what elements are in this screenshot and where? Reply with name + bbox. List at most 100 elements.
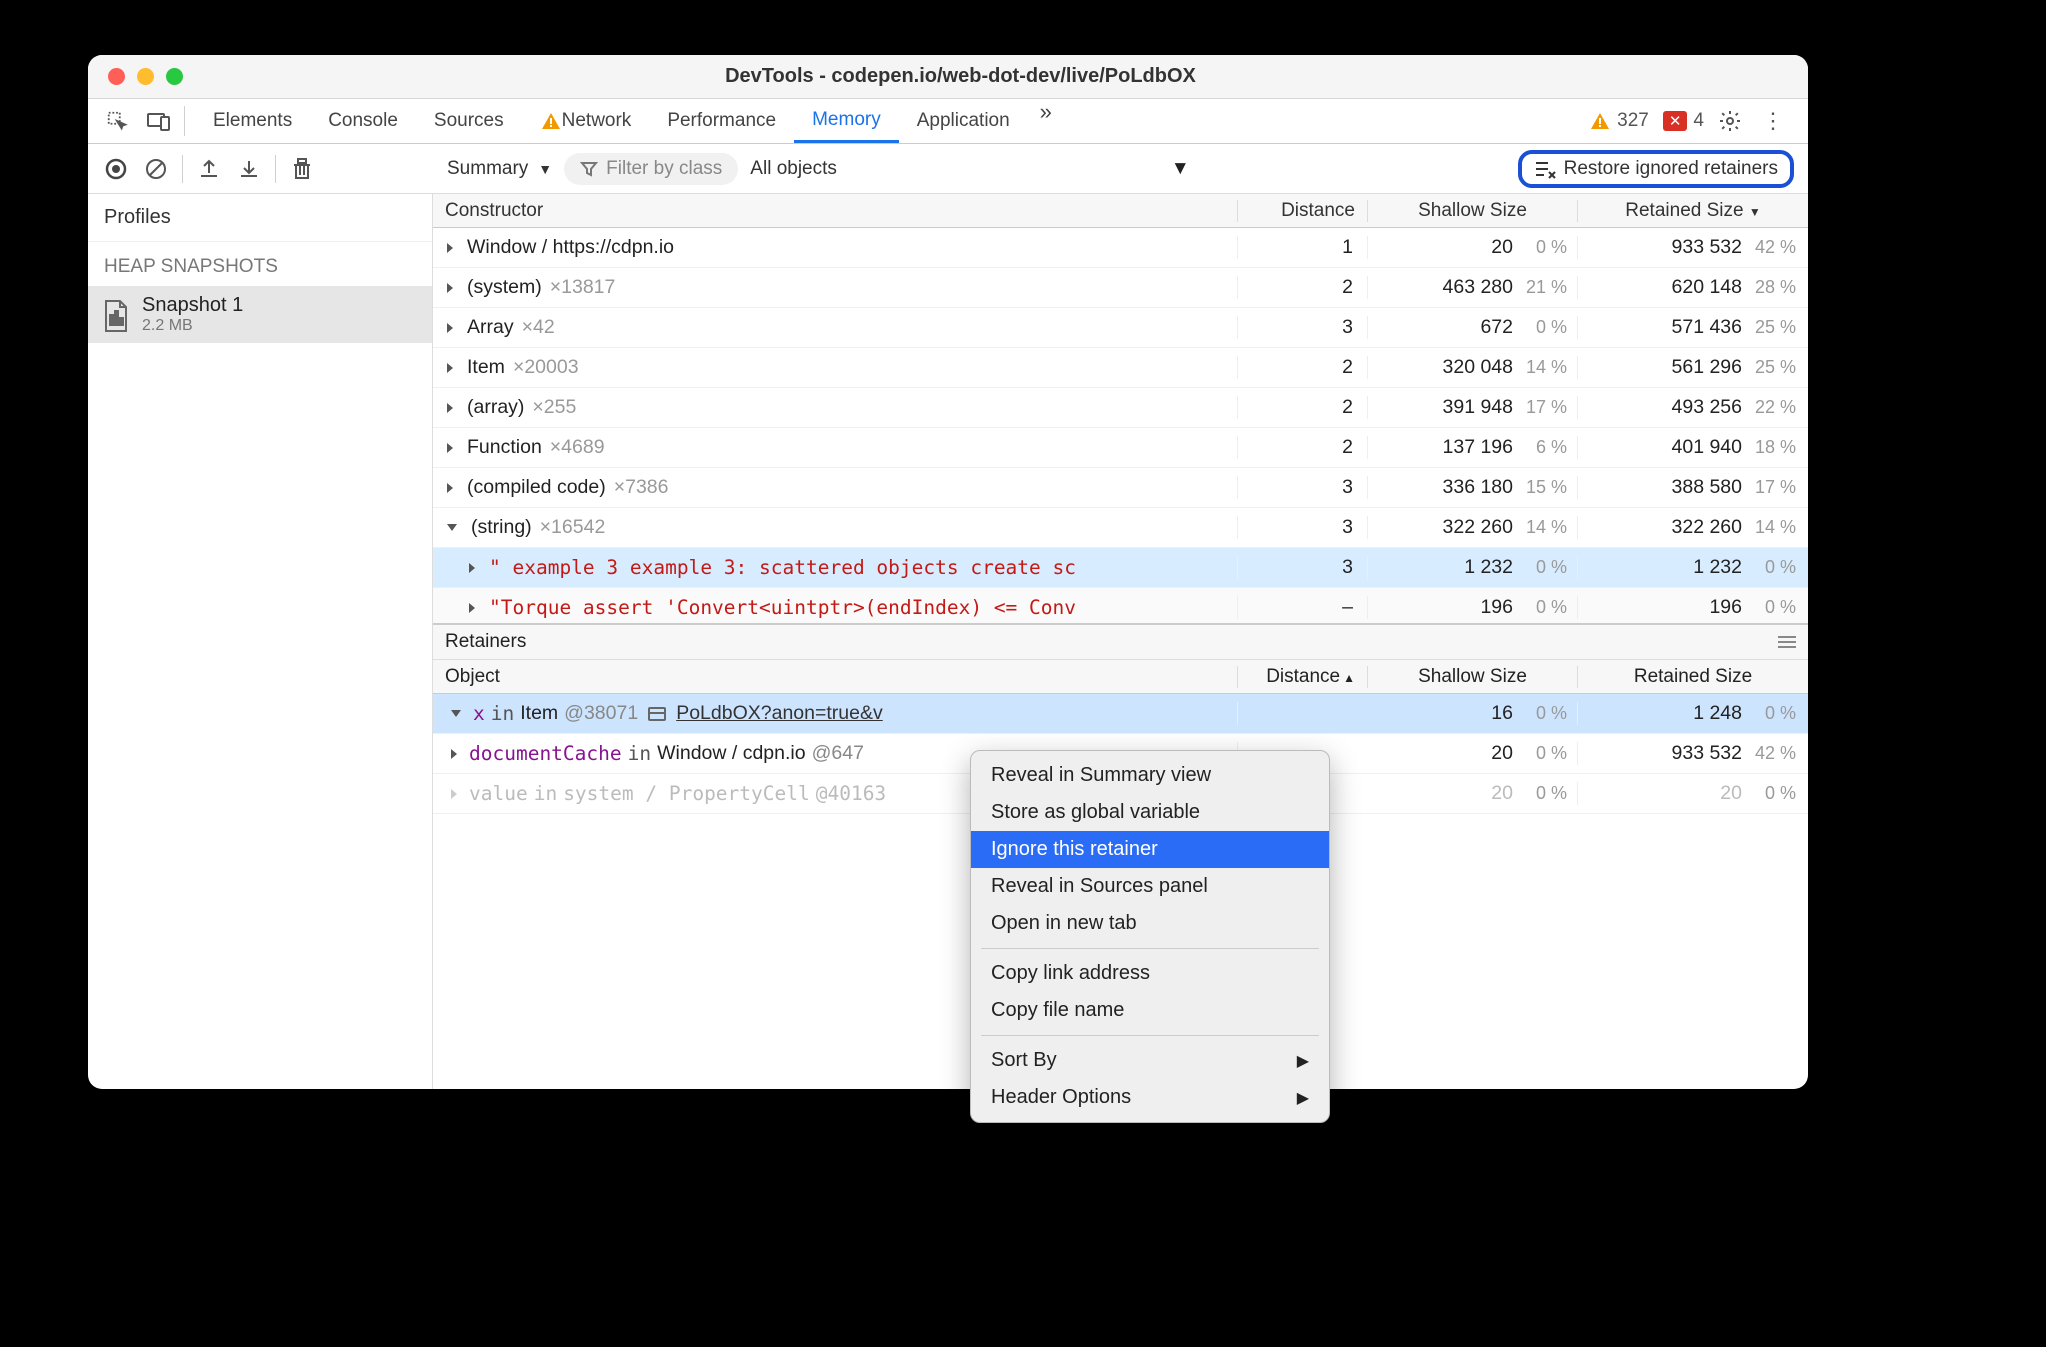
devtools-window: DevTools - codepen.io/web-dot-dev/live/P… (88, 55, 1808, 1089)
table-row[interactable]: "Torque assert 'Convert<uintptr>(endInde… (433, 588, 1808, 623)
retainers-header: Retainers (433, 623, 1808, 660)
menu-label: Ignore this retainer (991, 838, 1158, 861)
disclosure-triangle-icon[interactable] (469, 603, 475, 613)
col-distance-ret[interactable]: Distance (1238, 666, 1368, 688)
col-constructor[interactable]: Constructor (433, 200, 1238, 222)
warnings-count[interactable]: 327 (1589, 110, 1649, 132)
view-dropdown[interactable]: Summary ▼ (447, 158, 552, 180)
constructor-cell: Array ×42 (433, 316, 1238, 339)
load-button[interactable] (189, 149, 229, 189)
tab-label: Elements (213, 110, 292, 132)
instance-count: ×4689 (550, 436, 605, 459)
disclosure-triangle-icon[interactable] (447, 243, 453, 253)
constructor-name: (array) (467, 396, 524, 419)
save-button[interactable] (229, 149, 269, 189)
tab-label: Memory (812, 109, 881, 131)
table-row[interactable]: (string) ×16542 3 322 26014 % 322 26014 … (433, 508, 1808, 548)
menu-item[interactable]: Header Options▶ (971, 1079, 1329, 1116)
tab-console[interactable]: Console (310, 99, 416, 143)
menu-item[interactable]: Open in new tab (971, 905, 1329, 942)
menu-label: Sort By (991, 1049, 1057, 1072)
class-filter-input[interactable]: Filter by class (564, 153, 738, 185)
restore-label: Restore ignored retainers (1564, 158, 1778, 180)
menu-item[interactable]: Copy link address (971, 955, 1329, 992)
tab-network[interactable]: Network (522, 99, 650, 143)
menu-label: Open in new tab (991, 912, 1137, 935)
separator (182, 155, 183, 183)
menu-item[interactable]: Reveal in Sources panel (971, 868, 1329, 905)
constructors-table[interactable]: Window / https://cdpn.io 1 200 % 933 532… (433, 228, 1808, 623)
constructor-cell: "Torque assert 'Convert<uintptr>(endInde… (433, 596, 1238, 619)
table-row[interactable]: Window / https://cdpn.io 1 200 % 933 532… (433, 228, 1808, 268)
list-x-icon (1534, 159, 1556, 179)
constructor-cell: Item ×20003 (433, 356, 1238, 379)
disclosure-triangle-icon[interactable] (447, 403, 453, 413)
error-icon: ✕ (1663, 111, 1688, 131)
retained-cell: 401 94018 % (1578, 436, 1808, 459)
disclosure-triangle-icon[interactable] (447, 323, 453, 333)
col-shallow[interactable]: Shallow Size (1368, 200, 1578, 222)
tab-sources[interactable]: Sources (416, 99, 522, 143)
menu-item[interactable]: Ignore this retainer (971, 831, 1329, 868)
errors-count[interactable]: ✕ 4 (1663, 110, 1704, 132)
tab-label: Network (562, 110, 632, 132)
table-row[interactable]: (system) ×13817 2 463 28021 % 620 14828 … (433, 268, 1808, 308)
tab-application[interactable]: Application (899, 99, 1028, 143)
tab-elements[interactable]: Elements (195, 99, 310, 143)
disclosure-triangle-icon[interactable] (447, 443, 453, 453)
record-button[interactable] (96, 149, 136, 189)
constructor-cell: (compiled code) ×7386 (433, 476, 1238, 499)
inspect-icon[interactable] (96, 101, 138, 141)
main-toolbar: Elements Console Sources Network Perform… (88, 99, 1808, 144)
hamburger-icon[interactable] (1778, 635, 1796, 649)
tab-performance[interactable]: Performance (649, 99, 794, 143)
disclosure-triangle-icon[interactable] (451, 789, 457, 799)
settings-button[interactable] (1718, 109, 1742, 133)
more-tabs-button[interactable]: » (1028, 99, 1064, 143)
clear-button[interactable] (136, 149, 176, 189)
constructor-cell: Window / https://cdpn.io (433, 236, 1238, 259)
table-row[interactable]: " example 3 example 3: scattered objects… (433, 548, 1808, 588)
context-menu: Reveal in Summary viewStore as global va… (970, 750, 1330, 1123)
table-row[interactable]: Function ×4689 2 137 1966 % 401 94018 % (433, 428, 1808, 468)
menu-item[interactable]: Store as global variable (971, 794, 1329, 831)
retained-cell: 1 2320 % (1578, 556, 1808, 579)
device-toolbar-icon[interactable] (138, 101, 180, 141)
retainers-title: Retainers (445, 631, 526, 653)
tab-label: Performance (667, 110, 776, 132)
col-object[interactable]: Object (433, 666, 1238, 688)
source-link[interactable]: PoLdbOX?anon=true&v (676, 702, 883, 725)
disclosure-triangle-icon[interactable] (447, 483, 453, 493)
col-distance[interactable]: Distance (1238, 200, 1368, 222)
disclosure-triangle-icon[interactable] (469, 563, 475, 573)
table-row[interactable]: Array ×42 3 6720 % 571 43625 % (433, 308, 1808, 348)
gc-button[interactable] (282, 149, 322, 189)
disclosure-triangle-icon[interactable] (451, 710, 461, 717)
table-row[interactable]: (array) ×255 2 391 94817 % 493 25622 % (433, 388, 1808, 428)
retainer-row[interactable]: x in Item @38071 PoLdbOX?anon=true&v 160… (433, 694, 1808, 734)
constructor-name: (system) (467, 276, 542, 299)
retained-cell: 933 53242 % (1578, 236, 1808, 259)
constructor-cell: " example 3 example 3: scattered objects… (433, 556, 1238, 579)
col-shallow-ret[interactable]: Shallow Size (1368, 666, 1578, 688)
table-row[interactable]: (compiled code) ×7386 3 336 18015 % 388 … (433, 468, 1808, 508)
disclosure-triangle-icon[interactable] (447, 524, 457, 531)
menu-item[interactable]: Reveal in Summary view (971, 757, 1329, 794)
disclosure-triangle-icon[interactable] (447, 283, 453, 293)
constructor-name: Item (467, 356, 505, 379)
disclosure-triangle-icon[interactable] (447, 363, 453, 373)
col-retained[interactable]: Retained Size ▼ (1578, 200, 1808, 222)
objects-dropdown[interactable]: All objects (750, 158, 837, 180)
restore-ignored-retainers-button[interactable]: Restore ignored retainers (1518, 150, 1794, 188)
tab-memory[interactable]: Memory (794, 99, 899, 143)
retained-cell: 1 2480 % (1578, 702, 1808, 725)
more-options-button[interactable]: ⋮ (1756, 108, 1790, 134)
snapshot-item[interactable]: Snapshot 1 2.2 MB (88, 286, 432, 343)
col-retained-ret[interactable]: Retained Size (1578, 666, 1808, 688)
objects-caret[interactable]: ▼ (1171, 158, 1190, 180)
shallow-cell: 200 % (1368, 742, 1578, 765)
menu-item[interactable]: Sort By▶ (971, 1042, 1329, 1079)
disclosure-triangle-icon[interactable] (451, 749, 457, 759)
table-row[interactable]: Item ×20003 2 320 04814 % 561 29625 % (433, 348, 1808, 388)
menu-item[interactable]: Copy file name (971, 992, 1329, 1029)
